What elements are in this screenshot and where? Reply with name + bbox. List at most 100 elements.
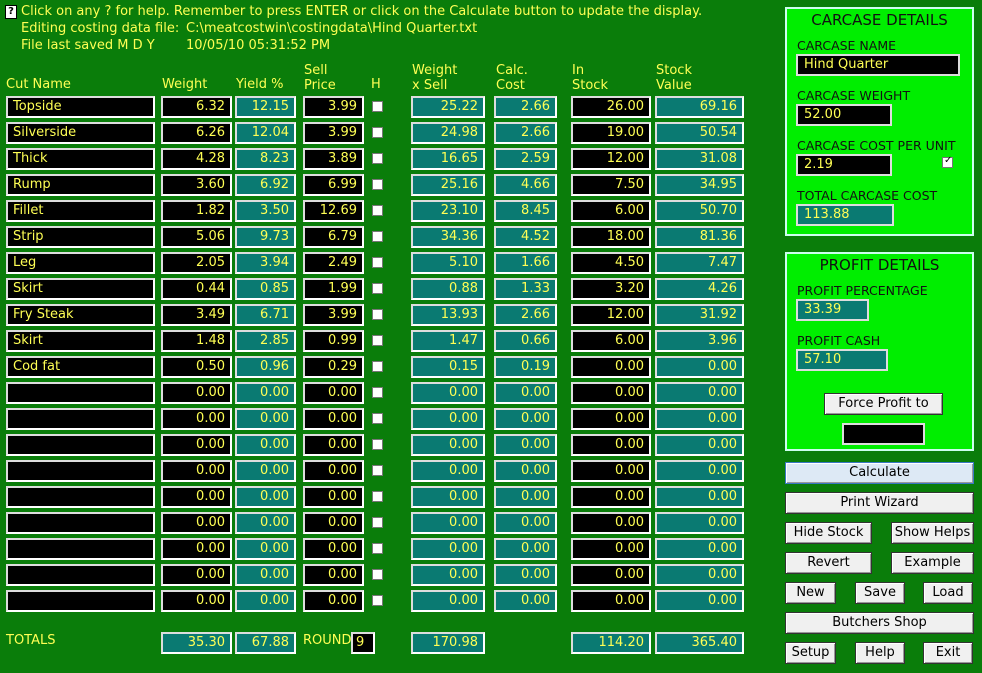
in-stock-input[interactable]: 18.00: [571, 226, 651, 248]
sell-price-input[interactable]: 0.00: [303, 408, 364, 430]
hide-row-checkbox[interactable]: [372, 257, 383, 268]
in-stock-input[interactable]: 12.00: [571, 148, 651, 170]
load-button[interactable]: Load: [923, 582, 973, 604]
cut-name-input[interactable]: Leg: [6, 252, 155, 274]
sell-price-input[interactable]: 3.99: [303, 122, 364, 144]
hide-row-checkbox[interactable]: [372, 335, 383, 346]
sell-price-input[interactable]: 0.99: [303, 330, 364, 352]
weight-input[interactable]: 0.44: [161, 278, 232, 300]
carcase-name-input[interactable]: Hind Quarter: [796, 54, 960, 76]
hide-row-checkbox[interactable]: [372, 309, 383, 320]
weight-input[interactable]: 0.00: [161, 486, 232, 508]
sell-price-input[interactable]: 0.00: [303, 538, 364, 560]
in-stock-input[interactable]: 4.50: [571, 252, 651, 274]
sell-price-input[interactable]: 3.89: [303, 148, 364, 170]
in-stock-input[interactable]: 12.00: [571, 304, 651, 326]
weight-input[interactable]: 0.00: [161, 590, 232, 612]
weight-input[interactable]: 0.00: [161, 460, 232, 482]
in-stock-input[interactable]: 0.00: [571, 460, 651, 482]
sell-price-input[interactable]: 3.99: [303, 304, 364, 326]
weight-input[interactable]: 4.28: [161, 148, 232, 170]
force-profit-input[interactable]: [842, 423, 925, 445]
sell-price-input[interactable]: 0.00: [303, 564, 364, 586]
save-button[interactable]: Save: [855, 582, 905, 604]
cut-name-input[interactable]: Rump: [6, 174, 155, 196]
force-profit-button[interactable]: Force Profit to: [824, 393, 943, 415]
hide-row-checkbox[interactable]: [372, 517, 383, 528]
help-button[interactable]: Help: [855, 642, 905, 664]
help-question-icon[interactable]: ?: [5, 5, 17, 19]
weight-input[interactable]: 3.60: [161, 174, 232, 196]
cut-name-input[interactable]: Strip: [6, 226, 155, 248]
round-input[interactable]: 9: [351, 632, 375, 654]
weight-input[interactable]: 1.82: [161, 200, 232, 222]
in-stock-input[interactable]: 0.00: [571, 512, 651, 534]
cut-name-input[interactable]: [6, 408, 155, 430]
exit-button[interactable]: Exit: [923, 642, 973, 664]
hide-row-checkbox[interactable]: [372, 231, 383, 242]
weight-input[interactable]: 0.00: [161, 434, 232, 456]
in-stock-input[interactable]: 0.00: [571, 564, 651, 586]
print-wizard-button[interactable]: Print Wizard: [785, 492, 974, 514]
hide-row-checkbox[interactable]: [372, 413, 383, 424]
cut-name-input[interactable]: [6, 512, 155, 534]
in-stock-input[interactable]: 0.00: [571, 590, 651, 612]
weight-input[interactable]: 0.00: [161, 564, 232, 586]
weight-input[interactable]: 0.00: [161, 382, 232, 404]
hide-row-checkbox[interactable]: [372, 569, 383, 580]
cut-name-input[interactable]: [6, 538, 155, 560]
sell-price-input[interactable]: 0.00: [303, 512, 364, 534]
weight-input[interactable]: 5.06: [161, 226, 232, 248]
in-stock-input[interactable]: 0.00: [571, 356, 651, 378]
sell-price-input[interactable]: 0.00: [303, 590, 364, 612]
cut-name-input[interactable]: Cod fat: [6, 356, 155, 378]
hide-stock-button[interactable]: Hide Stock: [785, 522, 872, 544]
calculate-button[interactable]: Calculate: [785, 462, 974, 484]
sell-price-input[interactable]: 0.00: [303, 434, 364, 456]
sell-price-input[interactable]: 0.29: [303, 356, 364, 378]
hide-row-checkbox[interactable]: [372, 179, 383, 190]
sell-price-input[interactable]: 2.49: [303, 252, 364, 274]
hide-row-checkbox[interactable]: [372, 439, 383, 450]
in-stock-input[interactable]: 26.00: [571, 96, 651, 118]
example-button[interactable]: Example: [891, 552, 974, 574]
cut-name-input[interactable]: [6, 486, 155, 508]
hide-row-checkbox[interactable]: [372, 465, 383, 476]
revert-button[interactable]: Revert: [785, 552, 872, 574]
sell-price-input[interactable]: 0.00: [303, 460, 364, 482]
sell-price-input[interactable]: 0.00: [303, 486, 364, 508]
cut-name-input[interactable]: Silverside: [6, 122, 155, 144]
cut-name-input[interactable]: [6, 564, 155, 586]
cut-name-input[interactable]: Skirt: [6, 330, 155, 352]
hide-row-checkbox[interactable]: [372, 387, 383, 398]
cut-name-input[interactable]: Thick: [6, 148, 155, 170]
cut-name-input[interactable]: [6, 382, 155, 404]
in-stock-input[interactable]: 6.00: [571, 330, 651, 352]
weight-input[interactable]: 6.32: [161, 96, 232, 118]
weight-input[interactable]: 0.00: [161, 512, 232, 534]
cut-name-input[interactable]: Fillet: [6, 200, 155, 222]
sell-price-input[interactable]: 6.99: [303, 174, 364, 196]
in-stock-input[interactable]: 0.00: [571, 486, 651, 508]
hide-row-checkbox[interactable]: [372, 283, 383, 294]
hide-row-checkbox[interactable]: [372, 127, 383, 138]
in-stock-input[interactable]: 0.00: [571, 434, 651, 456]
in-stock-input[interactable]: 3.20: [571, 278, 651, 300]
weight-input[interactable]: 2.05: [161, 252, 232, 274]
hide-row-checkbox[interactable]: [372, 361, 383, 372]
setup-button[interactable]: Setup: [785, 642, 836, 664]
carcase-weight-input[interactable]: 52.00: [796, 104, 892, 126]
cut-name-input[interactable]: Fry Steak: [6, 304, 155, 326]
carcase-cost-input[interactable]: 2.19: [796, 154, 892, 176]
sell-price-input[interactable]: 1.99: [303, 278, 364, 300]
hide-row-checkbox[interactable]: [372, 595, 383, 606]
cut-name-input[interactable]: [6, 590, 155, 612]
in-stock-input[interactable]: 19.00: [571, 122, 651, 144]
weight-input[interactable]: 0.00: [161, 538, 232, 560]
weight-input[interactable]: 0.50: [161, 356, 232, 378]
hide-row-checkbox[interactable]: [372, 153, 383, 164]
hide-row-checkbox[interactable]: [372, 101, 383, 112]
show-helps-button[interactable]: Show Helps: [891, 522, 974, 544]
sell-price-input[interactable]: 0.00: [303, 382, 364, 404]
sell-price-input[interactable]: 3.99: [303, 96, 364, 118]
